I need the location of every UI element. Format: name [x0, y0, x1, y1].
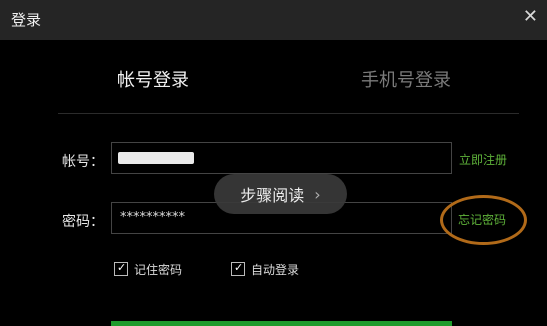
tab-phone-login[interactable]: 手机号登录 — [361, 66, 451, 92]
password-value: ********** — [120, 210, 185, 225]
account-field[interactable] — [111, 142, 452, 174]
login-tabs: 帐号登录 手机号登录 — [0, 40, 547, 114]
auto-login-checkbox[interactable]: ✓ — [231, 261, 245, 276]
window-title: 登录 — [11, 11, 42, 29]
password-label: 密码： — [62, 214, 104, 230]
remember-password-checkbox[interactable]: ✓ — [114, 261, 128, 276]
tab-account-login[interactable]: 帐号登录 — [117, 66, 189, 92]
tab-divider — [58, 113, 519, 114]
title-bar: 登录 ✕ — [0, 0, 547, 40]
annotation-circle — [440, 195, 527, 245]
account-label: 帐号： — [62, 154, 104, 170]
remember-password-label: 记住密码 — [134, 263, 183, 277]
account-value-redacted — [118, 152, 194, 164]
close-icon[interactable]: ✕ — [523, 8, 538, 26]
auto-login-label: 自动登录 — [251, 263, 300, 277]
login-button[interactable] — [111, 321, 452, 326]
step-reading-label: 步骤阅读 — [240, 186, 305, 205]
checkmark-icon: ✓ — [117, 261, 127, 274]
step-reading-overlay[interactable]: 步骤阅读 › — [214, 174, 347, 214]
chevron-right-icon: › — [314, 184, 321, 204]
checkmark-icon: ✓ — [234, 261, 244, 274]
register-link[interactable]: 立即注册 — [459, 151, 507, 168]
